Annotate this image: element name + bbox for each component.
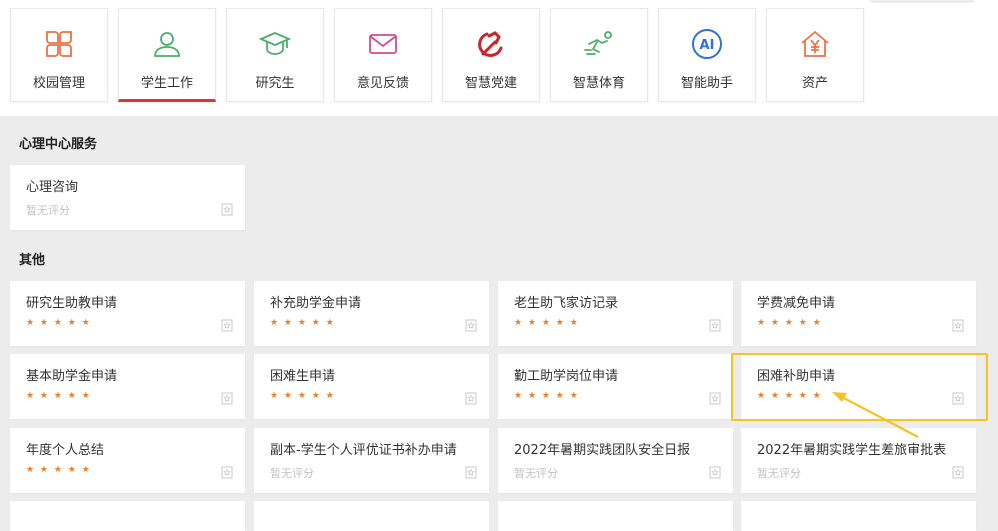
service-card[interactable]: 心理咨询 暂无评分 [10, 165, 245, 230]
service-card[interactable]: 副本-学生个人评优证书补办申请 暂无评分 [254, 428, 489, 493]
nav-smart-party[interactable]: 智慧党建 [442, 8, 540, 102]
nav-campus-management[interactable]: 校园管理 [10, 8, 108, 102]
service-card[interactable]: 研究生助教申请 ★ ★ ★ ★ ★ [10, 281, 245, 346]
service-card[interactable]: 学费减免申请 ★ ★ ★ ★ ★ [741, 281, 976, 346]
nav-label: 智慧体育 [572, 76, 625, 91]
service-card[interactable]: 基本助学金申请 ★ ★ ★ ★ ★ [10, 354, 245, 419]
house-yuan-icon [801, 30, 829, 57]
card-title: 2022年暑期实践团队安全日报 [514, 443, 691, 458]
bookmark-star-icon[interactable] [952, 319, 964, 332]
ai-icon: AI [692, 29, 722, 59]
nav-assets[interactable]: 资产 [766, 8, 864, 102]
nav-feedback[interactable]: 意见反馈 [334, 8, 432, 102]
bookmark-star-icon[interactable] [221, 319, 233, 332]
card-rating: 暂无评分 [26, 204, 70, 217]
service-card-difficulty-subsidy[interactable]: 困难补助申请 ★ ★ ★ ★ ★ [741, 354, 976, 419]
nav-label: 校园管理 [32, 76, 85, 91]
nav-label: 研究生 [255, 76, 295, 91]
star-rating: ★ ★ ★ ★ ★ [757, 318, 823, 328]
card-rating: 暂无评分 [757, 467, 801, 480]
service-card[interactable]: 2022年暑期实践学生差旅审批表 暂无评分 [741, 428, 976, 493]
bookmark-star-icon[interactable] [952, 466, 964, 479]
running-icon [584, 31, 612, 55]
card-title: 研究生助教申请 [26, 296, 118, 311]
hammer-sickle-icon [478, 31, 503, 57]
bookmark-star-icon[interactable] [465, 466, 477, 479]
star-rating: ★ ★ ★ ★ ★ [26, 465, 92, 475]
service-card[interactable]: 补充助学金申请 ★ ★ ★ ★ ★ [254, 281, 489, 346]
search-box-edge[interactable] [870, 0, 975, 3]
card-title: 学费减免申请 [757, 296, 836, 311]
card-title: 困难生申请 [270, 369, 336, 384]
star-rating: ★ ★ ★ ★ ★ [26, 318, 92, 328]
nav-label: 资产 [801, 76, 828, 91]
star-rating: ★ ★ ★ ★ ★ [270, 391, 336, 401]
bookmark-star-icon[interactable] [465, 392, 477, 405]
bookmark-star-icon[interactable] [952, 392, 964, 405]
bookmark-star-icon[interactable] [221, 203, 233, 216]
nav-label: 意见反馈 [356, 76, 409, 91]
top-nav-bar: 校园管理 学生工作 研究生 意见反馈 智慧党建 智慧体育 AI 智能助手 资产 [0, 0, 998, 116]
card-title: 基本助学金申请 [26, 369, 118, 384]
service-card-partial[interactable] [741, 501, 976, 531]
star-rating: ★ ★ ★ ★ ★ [514, 391, 580, 401]
graduation-cap-icon [259, 32, 291, 55]
service-card[interactable]: 勤工助学岗位申请 ★ ★ ★ ★ ★ [498, 354, 733, 419]
bookmark-star-icon[interactable] [221, 392, 233, 405]
nav-label: 智慧党建 [464, 76, 517, 91]
bookmark-star-icon[interactable] [465, 319, 477, 332]
bookmark-star-icon[interactable] [709, 466, 721, 479]
bookmark-star-icon[interactable] [221, 466, 233, 479]
service-card[interactable]: 困难生申请 ★ ★ ★ ★ ★ [254, 354, 489, 419]
nav-label: 学生工作 [140, 76, 193, 91]
card-title: 勤工助学岗位申请 [514, 369, 619, 384]
svg-text:AI: AI [700, 38, 715, 53]
card-title: 2022年暑期实践学生差旅审批表 [757, 443, 947, 458]
nav-label: 智能助手 [680, 76, 733, 91]
envelope-icon [369, 34, 397, 54]
service-card-partial[interactable] [10, 501, 245, 531]
card-title: 困难补助申请 [757, 369, 836, 384]
card-title: 副本-学生个人评优证书补办申请 [270, 443, 457, 458]
card-title: 老生助飞家访记录 [514, 296, 619, 311]
nav-smart-assistant[interactable]: AI 智能助手 [658, 8, 756, 102]
bookmark-star-icon[interactable] [709, 319, 721, 332]
star-rating: ★ ★ ★ ★ ★ [270, 318, 336, 328]
card-rating: 暂无评分 [270, 467, 314, 480]
service-card[interactable]: 2022年暑期实践团队安全日报 暂无评分 [498, 428, 733, 493]
user-icon [154, 32, 180, 57]
card-title: 补充助学金申请 [270, 296, 362, 311]
service-card[interactable]: 老生助飞家访记录 ★ ★ ★ ★ ★ [498, 281, 733, 346]
service-card[interactable]: 年度个人总结 ★ ★ ★ ★ ★ [10, 428, 245, 493]
grid-apps-icon [46, 31, 72, 57]
card-rating: 暂无评分 [514, 467, 558, 480]
nav-student-affairs[interactable]: 学生工作 [118, 8, 216, 102]
star-rating: ★ ★ ★ ★ ★ [514, 318, 580, 328]
card-title: 心理咨询 [26, 180, 79, 195]
star-rating: ★ ★ ★ ★ ★ [26, 391, 92, 401]
nav-graduate[interactable]: 研究生 [226, 8, 324, 102]
service-card-partial[interactable] [498, 501, 733, 531]
card-title: 年度个人总结 [26, 443, 105, 458]
bookmark-star-icon[interactable] [709, 392, 721, 405]
nav-smart-sports[interactable]: 智慧体育 [550, 8, 648, 102]
star-rating: ★ ★ ★ ★ ★ [757, 391, 823, 401]
section-title-other: 其他 [19, 253, 46, 268]
section-title-psych: 心理中心服务 [19, 137, 98, 152]
service-card-partial[interactable] [254, 501, 489, 531]
